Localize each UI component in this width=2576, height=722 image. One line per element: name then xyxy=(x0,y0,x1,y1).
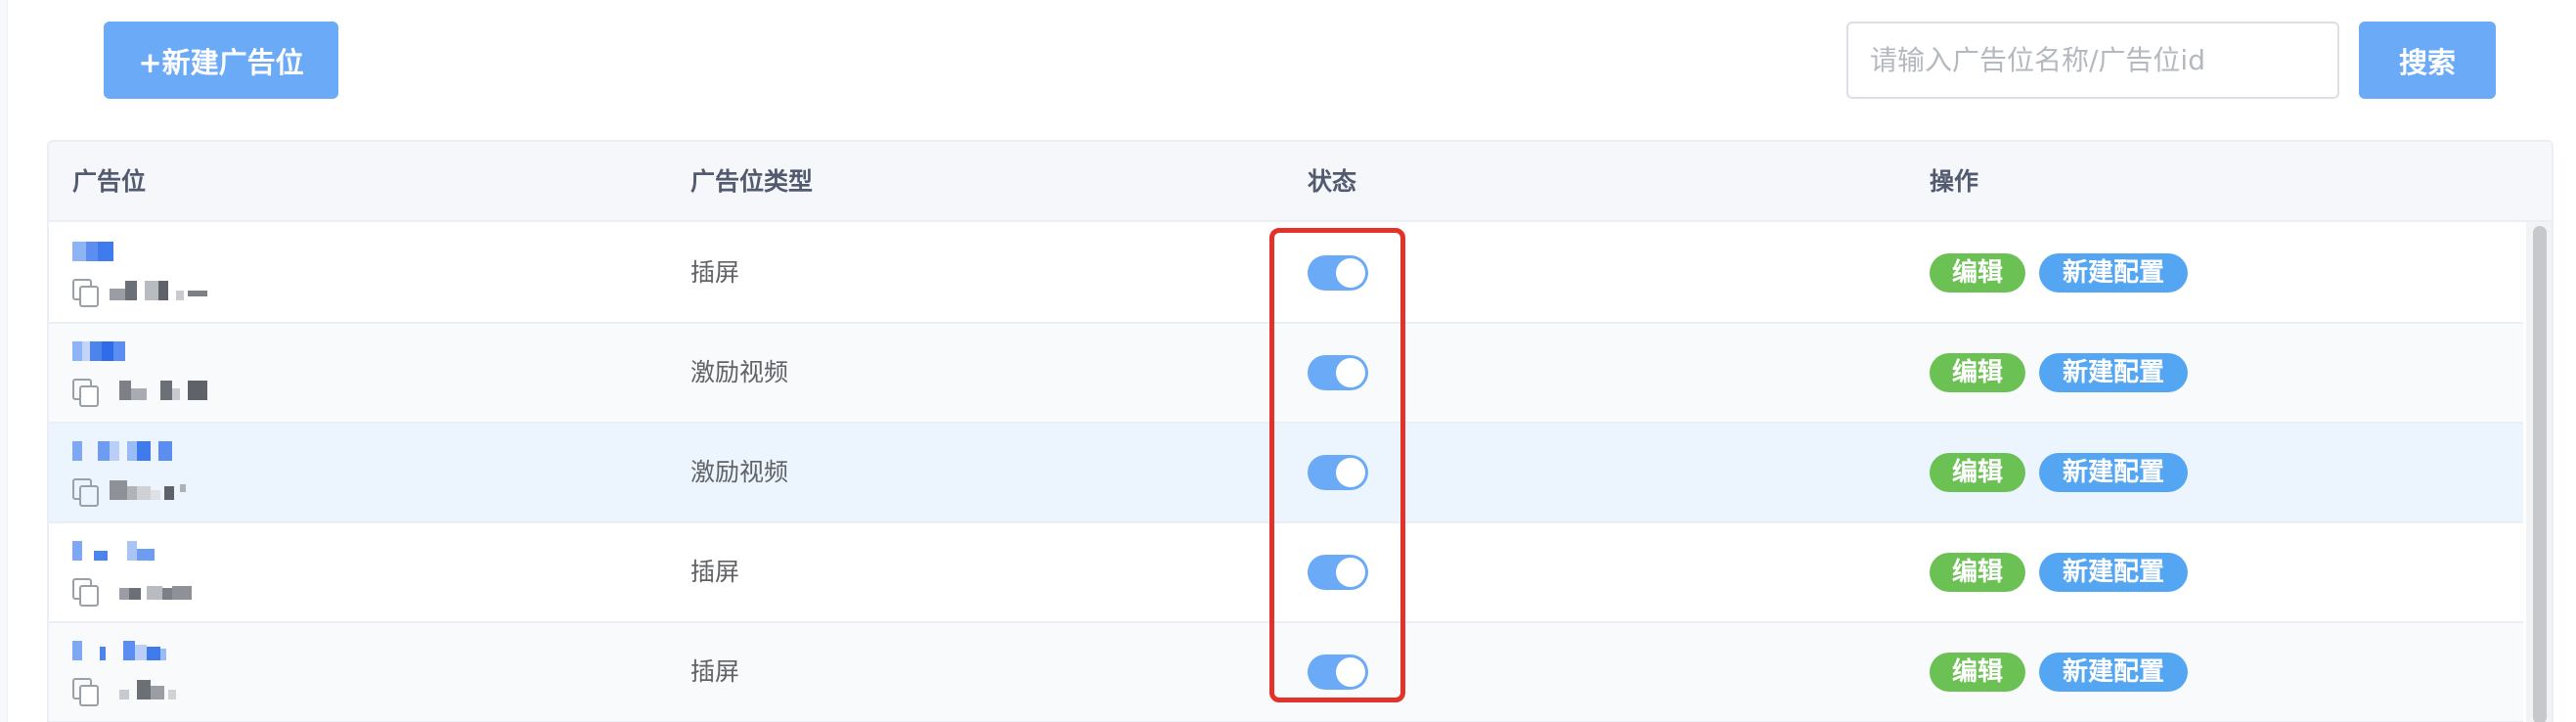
column-header-ad-slot: 广告位 xyxy=(72,167,147,196)
new-config-button[interactable]: 新建配置 xyxy=(2039,653,2188,692)
new-config-button[interactable]: 新建配置 xyxy=(2039,453,2188,492)
search-button[interactable]: 搜索 xyxy=(2359,22,2496,99)
table-scrollbar-thumb[interactable] xyxy=(2533,226,2547,722)
copy-icon[interactable] xyxy=(72,379,100,408)
table-header: 广告位 广告位类型 状态 操作 xyxy=(49,142,2552,222)
ad-slot-type: 插屏 xyxy=(690,558,740,586)
column-header-actions: 操作 xyxy=(1930,167,1979,196)
copy-icon[interactable] xyxy=(72,578,100,608)
status-column-highlight xyxy=(1269,228,1405,702)
column-header-status: 状态 xyxy=(1308,167,1357,196)
ad-slot-type: 激励视频 xyxy=(690,358,789,386)
new-config-button[interactable]: 新建配置 xyxy=(2039,253,2188,293)
copy-icon[interactable] xyxy=(72,478,100,508)
copy-icon[interactable] xyxy=(72,678,100,707)
new-ad-slot-button[interactable]: +新建广告位 xyxy=(104,22,338,99)
ad-slot-type: 激励视频 xyxy=(690,458,789,486)
column-header-ad-slot-type: 广告位类型 xyxy=(690,167,814,196)
search-input[interactable] xyxy=(1846,22,2339,99)
edit-button[interactable]: 编辑 xyxy=(1930,453,2025,492)
copy-icon[interactable] xyxy=(72,279,100,308)
page-left-edge xyxy=(0,0,8,722)
ad-slot-type: 插屏 xyxy=(690,258,740,287)
edit-button[interactable]: 编辑 xyxy=(1930,553,2025,592)
new-config-button[interactable]: 新建配置 xyxy=(2039,553,2188,592)
ad-slot-type: 插屏 xyxy=(690,657,740,686)
edit-button[interactable]: 编辑 xyxy=(1930,253,2025,293)
edit-button[interactable]: 编辑 xyxy=(1930,653,2025,692)
new-config-button[interactable]: 新建配置 xyxy=(2039,353,2188,392)
edit-button[interactable]: 编辑 xyxy=(1930,353,2025,392)
